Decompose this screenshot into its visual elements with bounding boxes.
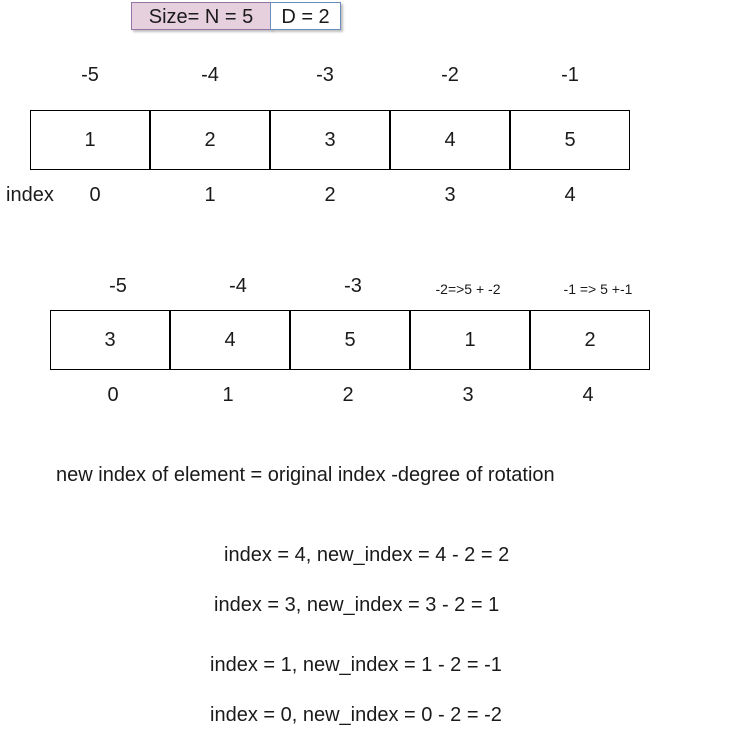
array2-cell: 2 <box>530 310 650 370</box>
array2-neg-index: -3 <box>344 275 362 297</box>
array2-index: 0 <box>107 384 119 406</box>
array1-index: 2 <box>324 184 336 206</box>
array2-cell: 1 <box>410 310 530 370</box>
formula-text: new index of element = original index -d… <box>56 464 555 486</box>
degree-label: D = 2 <box>270 2 341 30</box>
array1-neg-index: -5 <box>81 64 99 86</box>
array2-cell: 4 <box>170 310 290 370</box>
size-label: Size= N = 5 <box>131 2 271 30</box>
array2-neg-index: -2=>5 + -2 <box>435 281 501 297</box>
example-line: index = 0, new_index = 0 - 2 = -2 <box>210 704 502 726</box>
array1-index: 0 <box>89 184 101 206</box>
index-caption: index <box>6 184 54 206</box>
array2-cell: 5 <box>290 310 410 370</box>
array2-index: 2 <box>342 384 354 406</box>
example-line: index = 4, new_index = 4 - 2 = 2 <box>224 544 510 566</box>
array1-cell: 3 <box>270 110 390 170</box>
array2-neg-index: -5 <box>109 275 127 297</box>
array2-neg-index: -1 => 5 +-1 <box>563 281 633 297</box>
array1-neg-index: -3 <box>316 64 334 86</box>
array2-neg-index: -4 <box>229 275 247 297</box>
array1-cell: 1 <box>30 110 150 170</box>
array1-neg-index: -2 <box>441 64 459 86</box>
array1-index: 1 <box>204 184 216 206</box>
example-line: index = 3, new_index = 3 - 2 = 1 <box>214 594 500 616</box>
array1-neg-index: -1 <box>561 64 579 86</box>
example-line: index = 1, new_index = 1 - 2 = -1 <box>210 654 502 676</box>
array1-cell: 2 <box>150 110 270 170</box>
array1-index: 4 <box>564 184 576 206</box>
array1-index: 3 <box>444 184 456 206</box>
array2-index: 4 <box>582 384 594 406</box>
array2-index: 1 <box>222 384 234 406</box>
array1-cell: 4 <box>390 110 510 170</box>
array2-cell: 3 <box>50 310 170 370</box>
array2-index: 3 <box>462 384 474 406</box>
array1-neg-index: -4 <box>201 64 219 86</box>
array1-cell: 5 <box>510 110 630 170</box>
